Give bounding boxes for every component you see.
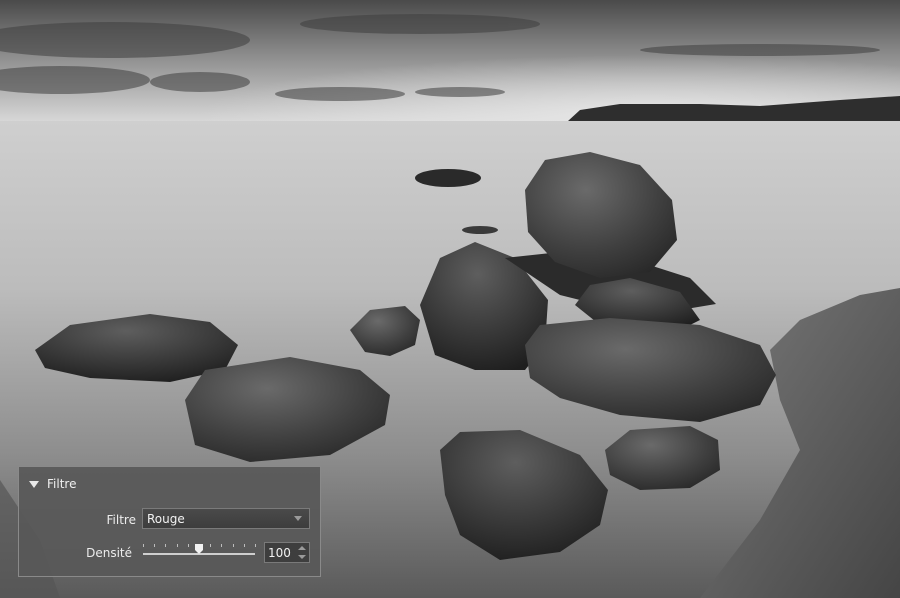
density-input[interactable]: 100: [264, 542, 310, 563]
slider-tick: [176, 544, 178, 547]
spin-up-icon[interactable]: [298, 546, 306, 550]
slider-tick: [143, 544, 144, 547]
filter-select[interactable]: Rouge: [142, 508, 310, 529]
density-value: 100: [268, 545, 291, 560]
filter-panel: Filtre Filtre Rouge Densité 100: [18, 466, 321, 577]
slider-tick: [232, 544, 234, 547]
spin-down-icon[interactable]: [298, 555, 306, 559]
triangle-down-icon[interactable]: [29, 480, 39, 488]
slider-tick: [187, 544, 189, 547]
panel-title: Filtre: [47, 477, 77, 491]
filter-panel-header[interactable]: Filtre: [29, 476, 76, 492]
slider-tick: [243, 544, 245, 547]
slider-tick: [221, 544, 223, 547]
slider-tick: [154, 544, 156, 547]
density-slider[interactable]: [143, 542, 256, 558]
slider-tick: [210, 544, 212, 547]
spin-arrows-icon[interactable]: [298, 546, 306, 559]
filter-label: Filtre: [106, 513, 136, 527]
density-label: Densité: [86, 546, 132, 560]
slider-tick: [255, 544, 256, 547]
chevron-down-icon[interactable]: [294, 516, 302, 521]
filter-select-value: Rouge: [147, 511, 185, 526]
slider-tick: [165, 544, 167, 547]
